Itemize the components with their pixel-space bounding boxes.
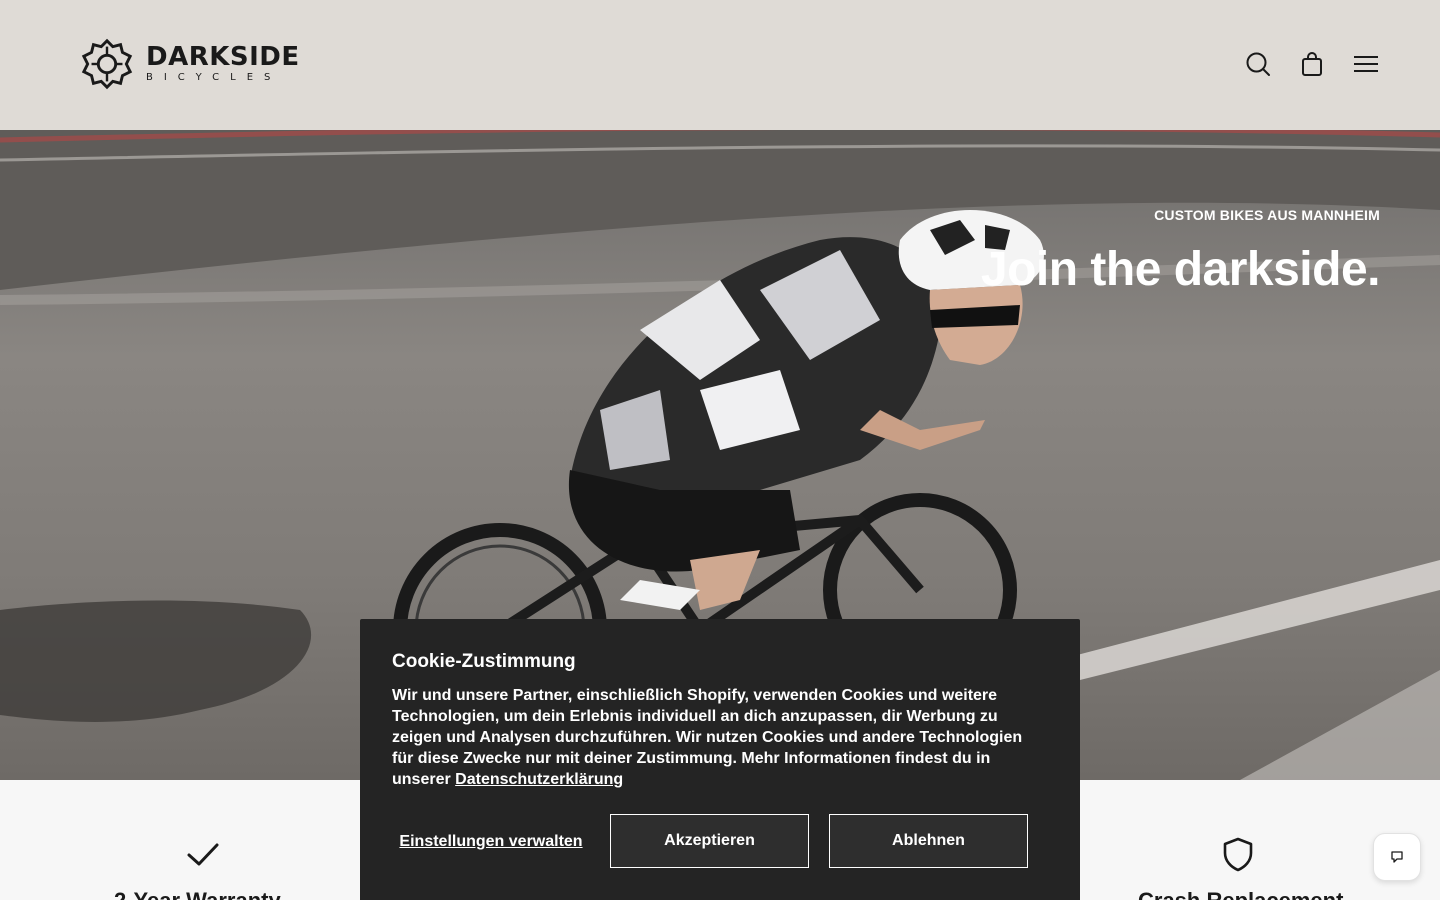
cookie-body: Wir und unsere Partner, einschließlich S… xyxy=(392,685,1042,790)
check-icon xyxy=(187,843,219,866)
decline-button[interactable]: Ablehnen xyxy=(829,814,1028,868)
logo-subtitle: BICYCLES xyxy=(146,71,282,83)
chat-icon xyxy=(1391,851,1403,863)
cookie-title: Cookie-Zustimmung xyxy=(392,651,576,672)
shield-icon xyxy=(1223,837,1253,872)
hero-eyebrow: CUSTOM BIKES AUS MANNHEIM xyxy=(1154,207,1380,223)
accept-button[interactable]: Akzeptieren xyxy=(610,814,809,868)
chat-button[interactable] xyxy=(1373,833,1421,881)
gear-logo-icon xyxy=(81,38,133,90)
cookie-consent-dialog: Cookie-Zustimmung Wir und unsere Partner… xyxy=(360,619,1080,900)
site-header: DARKSIDE BICYCLES xyxy=(0,0,1440,130)
feature-title-crash: Crash Replacement xyxy=(1138,888,1343,900)
privacy-policy-link[interactable]: Datenschutzerklärung xyxy=(455,771,623,788)
menu-icon[interactable] xyxy=(1352,50,1380,78)
cookie-actions: Einstellungen verwalten Akzeptieren Able… xyxy=(392,814,1028,868)
hero-title: Join the darkside. xyxy=(980,243,1381,296)
manage-settings-button[interactable]: Einstellungen verwalten xyxy=(392,814,590,868)
feature-title-warranty: 2-Year Warranty xyxy=(114,888,281,900)
logo-wordmark: DARKSIDE BICYCLES xyxy=(146,44,300,85)
search-icon[interactable] xyxy=(1244,50,1272,78)
shopping-bag-icon[interactable] xyxy=(1298,50,1326,78)
logo-name: DARKSIDE xyxy=(146,41,300,72)
logo[interactable]: DARKSIDE BICYCLES xyxy=(78,35,300,93)
